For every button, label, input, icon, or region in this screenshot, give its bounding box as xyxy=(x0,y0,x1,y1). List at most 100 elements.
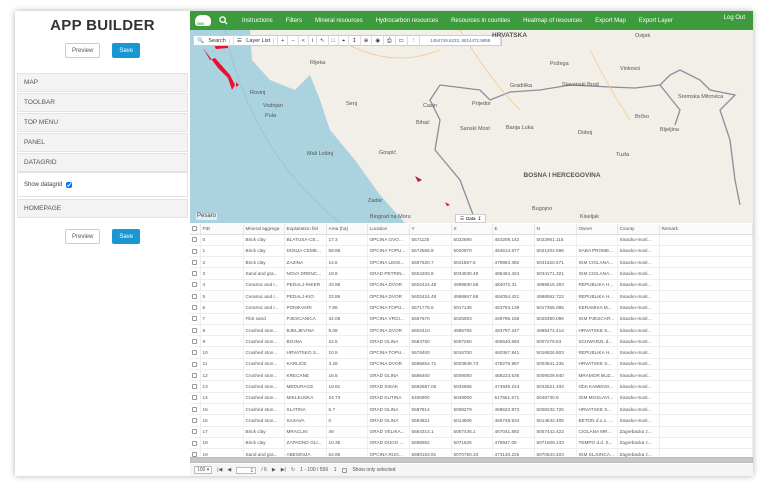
table-row[interactable]: 15 Crushed ston... SLATINA 5.7 GRAD GLINA 558… xyxy=(190,403,753,416)
row-select-cell[interactable] xyxy=(190,313,201,325)
table-row[interactable]: 0 Brick clay BLATUSA-CE... 17.3 OPCINA GVO..… xyxy=(190,234,753,246)
column-header[interactable]: Remark xyxy=(659,224,753,235)
column-header[interactable]: FID xyxy=(200,224,244,235)
row-checkbox[interactable] xyxy=(192,293,197,299)
zoom-in-icon[interactable]: + xyxy=(278,35,289,46)
download-icon[interactable]: ↧ xyxy=(333,467,337,473)
section-top-menu[interactable]: TOP MENU xyxy=(17,113,188,132)
table-row[interactable]: 9 Crushed ston... BOJNA 22.5 GRAD GLINA 55837… xyxy=(190,335,753,348)
next-page-button[interactable]: ▶ xyxy=(272,467,276,473)
row-select-cell[interactable] xyxy=(190,267,201,280)
prev-page-button[interactable]: ◀ xyxy=(227,467,231,473)
section-panel[interactable]: PANEL xyxy=(17,133,188,152)
column-header[interactable]: Owner xyxy=(576,224,618,235)
page-input[interactable]: 1 xyxy=(236,466,257,474)
column-header[interactable]: Exploitation fiel xyxy=(284,224,327,235)
row-select-cell[interactable] xyxy=(190,392,201,404)
row-select-cell[interactable] xyxy=(190,414,201,427)
column-header[interactable]: E xyxy=(492,224,535,235)
print-icon[interactable]: ⎙ xyxy=(384,35,396,46)
row-checkbox[interactable] xyxy=(192,282,197,288)
row-select-cell[interactable] xyxy=(190,426,201,438)
column-header[interactable]: N xyxy=(534,224,577,235)
table-row[interactable]: 2 Brick clay ZAZINA 14.6 OPCINA LEKE... 55975… xyxy=(190,256,753,269)
row-select-cell[interactable] xyxy=(190,380,201,393)
page-size-select[interactable]: 100 ▾ xyxy=(194,466,213,474)
section-map[interactable]: MAP xyxy=(17,73,188,92)
table-row[interactable]: 13 Crushed ston... MEDURACE 19.91 GRAD SISAK… xyxy=(190,380,753,393)
row-checkbox[interactable] xyxy=(192,440,197,446)
column-header[interactable]: Area (ha) xyxy=(326,224,368,235)
nav-filters[interactable]: Filters xyxy=(286,18,302,24)
horizontal-scrollbar[interactable] xyxy=(190,457,753,463)
column-header[interactable]: Y xyxy=(409,224,452,235)
column-header[interactable]: County xyxy=(617,224,660,235)
logout-link[interactable]: Log Out xyxy=(724,15,745,21)
row-select-cell[interactable] xyxy=(190,324,201,337)
last-page-button[interactable]: ▶| xyxy=(281,467,286,473)
select-pointer-icon[interactable]: ↖ xyxy=(317,35,329,46)
select-all-checkbox[interactable] xyxy=(190,224,201,235)
more-icon[interactable]: ⋮ xyxy=(408,35,421,46)
back-icon[interactable]: < xyxy=(299,35,309,46)
row-select-cell[interactable] xyxy=(190,279,201,291)
preview-button[interactable]: Preview xyxy=(64,43,101,58)
row-checkbox[interactable] xyxy=(192,305,197,311)
nav-mineral-resources[interactable]: Mineral resources xyxy=(315,18,363,24)
table-row[interactable]: 7 Flint sand PJESCANICA 34.09 OPCINA VRGI...… xyxy=(190,313,753,325)
row-checkbox[interactable] xyxy=(192,327,197,333)
show-datagrid-checkbox[interactable] xyxy=(66,181,73,188)
layer-list-button[interactable]: ☰ Layer List xyxy=(234,35,279,46)
table-row[interactable]: 10 Crushed ston... HRVATSKO S... 10.5 OPCINA… xyxy=(190,346,753,359)
row-checkbox[interactable] xyxy=(192,259,197,265)
save-button[interactable]: Save xyxy=(112,43,141,58)
measure-icon[interactable]: ▭ xyxy=(396,35,408,46)
table-row[interactable]: 11 Crushed ston... KARLICE 3.28 OPCINA DVOR 5… xyxy=(190,358,753,371)
row-checkbox[interactable] xyxy=(192,406,197,412)
row-checkbox[interactable] xyxy=(192,429,197,435)
data-toggle-button[interactable]: ☰ Data ↧ xyxy=(455,214,487,223)
show-only-selected-checkbox[interactable] xyxy=(342,467,348,473)
row-select-cell[interactable] xyxy=(190,245,201,258)
row-checkbox[interactable] xyxy=(192,350,197,356)
row-select-cell[interactable] xyxy=(190,301,201,314)
row-select-cell[interactable] xyxy=(190,346,201,359)
map-search-button[interactable]: 🔍 Search xyxy=(194,35,234,46)
table-row[interactable]: 14 Crushed ston... MIKLEUSKA 24.73 GRAD KUTI… xyxy=(190,392,753,404)
locate-icon[interactable]: ⌖ xyxy=(339,35,350,46)
row-select-cell[interactable] xyxy=(190,369,201,382)
section-toolbar[interactable]: TOOLBAR xyxy=(17,93,188,112)
nav-export-layer[interactable]: Export Layer xyxy=(639,18,673,24)
table-row[interactable]: 17 Brick clay MRACLIN 49 GRAD VELIKA... 55843… xyxy=(190,426,753,438)
row-checkbox[interactable] xyxy=(192,384,197,390)
select-box-icon[interactable]: □ xyxy=(329,35,339,46)
column-header[interactable]: X xyxy=(451,224,493,235)
nav-instructions[interactable]: Instructions xyxy=(242,18,273,24)
search-icon[interactable] xyxy=(219,16,228,25)
row-select-cell[interactable] xyxy=(190,290,201,303)
nav-hydrocarbon-resources[interactable]: Hydrocarbon resources xyxy=(376,18,438,24)
table-row[interactable]: 6 Ceramic and r... PONIKVARI 7.86 OPCINA TOP… xyxy=(190,301,753,314)
first-page-button[interactable]: |◀ xyxy=(217,467,222,473)
nav-heatmap[interactable]: Heatmap of resources xyxy=(523,18,582,24)
row-select-cell[interactable] xyxy=(190,437,201,450)
map-view[interactable]: 🔍 Search ☰ Layer List + − < i ↖ □ ⌖ ↧ ⊕ … xyxy=(190,30,753,223)
section-homepage[interactable]: HOMEPAGE xyxy=(17,199,188,218)
row-select-cell[interactable] xyxy=(190,335,201,348)
row-select-cell[interactable] xyxy=(190,256,201,269)
info-icon[interactable]: i xyxy=(309,35,318,46)
row-checkbox[interactable] xyxy=(192,271,197,277)
table-row[interactable]: 5 Ceramic and r... PEDALJ-KIO 33.95 OPCINA D… xyxy=(190,290,753,303)
save-button-bottom[interactable]: Save xyxy=(112,229,141,244)
refresh-icon[interactable]: ↻ xyxy=(291,467,295,473)
row-checkbox[interactable] xyxy=(192,395,197,401)
table-row[interactable]: 8 Crushed ston... BJELJEVINA 9.08 OPCINA DVO… xyxy=(190,324,753,337)
row-checkbox[interactable] xyxy=(192,338,197,344)
download-icon[interactable]: ↧ xyxy=(349,35,361,46)
row-select-cell[interactable] xyxy=(190,358,201,371)
table-row[interactable]: 12 Crushed ston... KRECANE 16.5 GRAD GLINA 55… xyxy=(190,369,753,382)
zoom-out-icon[interactable]: − xyxy=(288,35,299,46)
table-row[interactable]: 16 Crushed ston... SASAVA 0 GRAD GLINA 558382… xyxy=(190,414,753,427)
row-select-cell[interactable] xyxy=(190,403,201,416)
row-checkbox[interactable] xyxy=(192,418,197,424)
